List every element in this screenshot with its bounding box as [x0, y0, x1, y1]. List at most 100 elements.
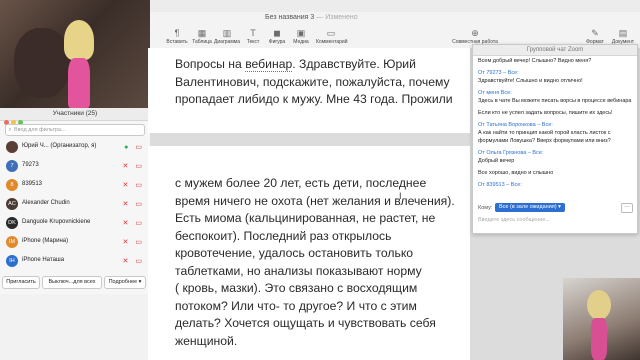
participant-status: ✕ ▭	[123, 162, 143, 170]
collaborate-icon: ⊕	[471, 28, 479, 38]
chat-sender: От Татьяна Воронкова – Все:	[478, 122, 553, 128]
chat-title: Групповой чат Zoom	[473, 45, 637, 56]
participant-status: ✕ ▭	[123, 257, 143, 265]
misspelled-word[interactable]: вебинар	[245, 57, 293, 72]
camera-off-icon[interactable]: ▭	[135, 220, 142, 227]
document-line: пропадает либидо к мужу. Мне 43 года. Пр…	[175, 92, 453, 106]
chat-message: Если кто не успел задать вопросы, пишите…	[478, 109, 632, 117]
comment-icon: ▭	[326, 28, 336, 38]
toolbar-comment-button[interactable]: ▭ Комментарий	[316, 27, 348, 45]
camera-off-icon[interactable]: ▭	[135, 201, 142, 208]
page-1-text[interactable]: Вопросы на вебинар. Здравствуйте. Юрий Ва…	[175, 56, 475, 109]
document-line: делать? Хочется ощущать и чувствовать се…	[175, 316, 436, 330]
participant-name: iPhone Наташа	[22, 257, 65, 263]
toolbar-media-button[interactable]: ▣ Медиа	[286, 27, 316, 45]
document-title: Без названия 3 — Изменено	[265, 14, 358, 21]
camera-off-icon[interactable]: ▭	[135, 258, 142, 265]
more-button[interactable]: Подробнее ▾	[104, 276, 146, 289]
participant-row[interactable]: 8 839513 ✕ ▭	[0, 176, 150, 195]
chat-text: Здравствуйте! Слышно и видно отлично!	[478, 78, 583, 84]
chat-sender: От Ольга Грязнова – Все:	[478, 150, 544, 156]
page-2-text[interactable]: с мужем более 20 лет, есть дети, последн…	[175, 175, 475, 350]
participant-row[interactable]: DK Danguole Krupovnickiene ✕ ▭	[0, 214, 150, 233]
chat-message: От Ольга Грязнова – Все: Добрый вечер	[478, 149, 632, 165]
mic-muted-icon[interactable]: ✕	[123, 201, 129, 208]
chat-message-input[interactable]: Введите здесь сообщение...	[478, 217, 550, 223]
mic-muted-icon[interactable]: ✕	[123, 220, 129, 227]
chat-message: От меня Все: Здесь в чате Вы можете писат…	[478, 89, 632, 105]
participant-status: ● ▭	[124, 143, 142, 151]
document-line: Вопросы на вебинар. Здравствуйте. Юрий	[175, 57, 416, 72]
participant-name: 839513	[22, 181, 43, 187]
participant-row[interactable]: IM iPhone (Марина) ✕ ▭	[0, 233, 150, 252]
participant-row[interactable]: Юрий Ч... (Организатор, я) ● ▭	[0, 138, 150, 157]
avatar: AC	[6, 198, 18, 210]
document-line: время ничего не охота (нет желания и вле…	[175, 193, 455, 208]
participant-status: ✕ ▭	[123, 219, 143, 227]
chat-message: От 839513 – Все:	[478, 181, 632, 189]
mic-muted-icon[interactable]: ✕	[123, 182, 129, 189]
avatar: DK	[6, 217, 18, 229]
doll-figure	[585, 290, 613, 360]
participant-status: ✕ ▭	[123, 200, 143, 208]
chat-to-label: Кому:	[478, 205, 493, 211]
invite-button[interactable]: Пригласить	[2, 276, 40, 289]
chat-text: Добрый вечер	[478, 158, 515, 164]
avatar: IH	[6, 255, 18, 267]
mic-on-icon[interactable]: ●	[124, 144, 128, 151]
chat-sender: От 839513 – Все:	[478, 182, 522, 188]
toolbar-label: Медиа	[293, 39, 309, 45]
mic-muted-icon[interactable]: ✕	[123, 239, 129, 246]
participant-list: Юрий Ч... (Организатор, я) ● ▭ 7 79273 ✕ ▭ 8 839…	[0, 138, 150, 271]
media-icon: ▣	[296, 28, 306, 38]
participant-status: ✕ ▭	[123, 181, 143, 189]
participant-row[interactable]: IH iPhone Наташа ✕ ▭	[0, 252, 150, 271]
document-line: ( кровь, мазки). Это связано с восходящи…	[175, 281, 418, 295]
chat-text: А как найти то принцип какой торой класт…	[478, 130, 611, 144]
document-line: кровотечение, удалось остановить только	[175, 246, 414, 260]
participant-actions: Пригласить Выключ...для всех Подробнее ▾	[2, 276, 148, 289]
participant-status: ✕ ▭	[123, 238, 143, 246]
document-line: потоком? Или что- то другое? И что с эти…	[175, 298, 417, 313]
avatar: 7	[6, 160, 18, 172]
self-video-tile	[563, 278, 640, 360]
chat-message: Все хорошо, видно и слышно	[478, 169, 632, 177]
document-icon: ▤	[618, 28, 628, 38]
group-chat-panel: Групповой чат Zoom Всем добрый вечер! Сл…	[472, 44, 638, 234]
avatar: 8	[6, 179, 18, 191]
chat-messages: Всем добрый вечер! Слышно? Видно меня? От…	[478, 57, 632, 193]
participants-panel: Участники (25) ⌕ Ввод для фильтра... Юрий…	[0, 108, 151, 294]
chat-more-button[interactable]: ···	[621, 203, 633, 213]
chat-message: Всем добрый вечер! Слышно? Видно меня?	[478, 57, 632, 65]
chat-message: От Татьяна Воронкова – Все: А как найти т…	[478, 121, 632, 145]
document-line: беспокоит). Последний раз открылось	[175, 228, 392, 243]
speaker-video-tile	[0, 0, 150, 108]
camera-off-icon[interactable]: ▭	[135, 144, 142, 151]
chat-text: Здесь в чате Вы можете писать ворсы в пр…	[478, 98, 632, 104]
camera-off-icon[interactable]: ▭	[135, 163, 142, 170]
doll-figure	[60, 20, 98, 108]
toolbar-format-button[interactable]: ✎ Формат	[580, 27, 610, 45]
collaborate-button[interactable]: ⊕ Совместная работа	[450, 27, 500, 45]
chat-sender: От меня Все:	[478, 90, 512, 96]
participants-filter-input[interactable]: ⌕ Ввод для фильтра...	[5, 124, 145, 136]
toolbar-label: Комментарий	[316, 39, 348, 45]
participant-name: Alexander Chudin	[22, 200, 70, 206]
mic-muted-icon[interactable]: ✕	[123, 163, 129, 170]
participant-name: iPhone (Марина)	[22, 238, 69, 244]
mic-muted-icon[interactable]: ✕	[123, 258, 129, 265]
chat-text: Всем добрый вечер! Слышно? Видно меня?	[478, 58, 592, 64]
toolbar-document-button[interactable]: ▤ Документ	[608, 27, 638, 45]
participant-name: Юрий Ч... (Организатор, я)	[22, 143, 97, 149]
mute-all-button[interactable]: Выключ...для всех	[42, 276, 102, 289]
avatar	[6, 141, 18, 153]
participant-row[interactable]: 7 79273 ✕ ▭	[0, 157, 150, 176]
camera-off-icon[interactable]: ▭	[135, 239, 142, 246]
camera-off-icon[interactable]: ▭	[135, 182, 142, 189]
chat-sender: От 79273 – Все:	[478, 70, 519, 76]
format-icon: ✎	[591, 28, 599, 38]
participant-row[interactable]: AC Alexander Chudin ✕ ▭	[0, 195, 150, 214]
document-line: Валентинович, подскажите, пожалуйста, по…	[175, 74, 450, 89]
document-line: Есть миома (кальцинированная, не растет,…	[175, 211, 436, 225]
chat-recipient-select[interactable]: Все (в зале ожидания) ▾	[495, 203, 565, 212]
